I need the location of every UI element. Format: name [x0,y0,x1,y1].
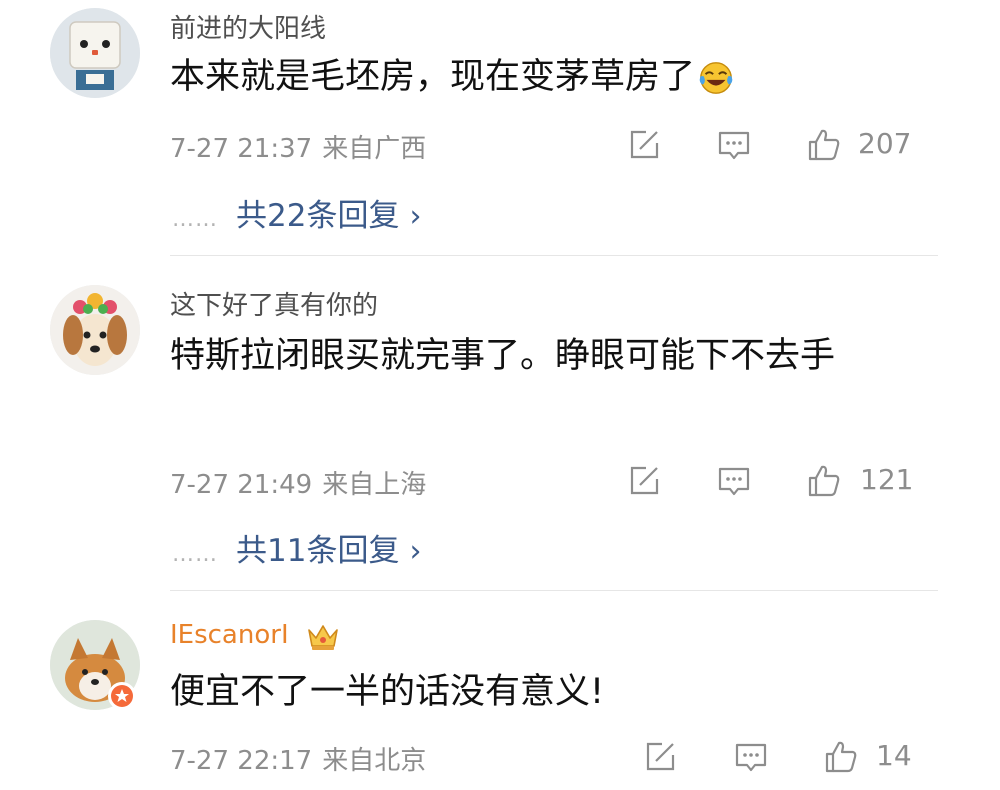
laugh-cry-emoji-icon [699,62,733,94]
comment-icon[interactable] [716,463,752,499]
comment-actions: 207 [0,127,1000,167]
chevron-right-icon: › [409,199,422,234]
comment-text-body: 本来就是毛坯房，现在变茅草房了 [170,57,696,97]
view-replies[interactable]: …… 共22条回复 › [172,190,421,235]
divider [170,255,938,256]
crown-icon [305,618,341,654]
badge-icon [111,685,133,707]
chevron-right-icon: › [409,534,422,569]
comment-icon[interactable] [733,739,769,775]
verified-badge [108,682,136,710]
username[interactable]: 前进的大阳线 [170,8,326,45]
edit-icon[interactable] [642,739,678,775]
comment-icon[interactable] [716,127,752,163]
divider [170,590,938,591]
reply-dots: …… [172,542,218,567]
thumbs-up-icon[interactable] [823,739,859,775]
comment-actions: 14 [0,739,1000,779]
comment-text: 便宜不了一半的话没有意义! [170,672,605,712]
reply-count-link[interactable]: 共22条回复 [236,198,399,234]
thumbs-up-icon[interactable] [806,463,842,499]
like-count: 14 [876,739,912,772]
username[interactable]: IEscanorI [170,620,289,650]
edit-icon[interactable] [626,463,662,499]
avatar[interactable] [50,8,140,98]
view-replies[interactable]: …… 共11条回复 › [172,525,421,570]
comment-text: 本来就是毛坯房，现在变茅草房了 [170,48,930,106]
reply-count-link[interactable]: 共11条回复 [236,533,399,569]
comment-text: 特斯拉闭眼买就完事了。睁眼可能下不去手 [170,336,836,376]
like-count: 207 [858,127,912,160]
avatar[interactable] [50,285,140,375]
like-count: 121 [860,463,914,496]
edit-icon[interactable] [626,127,662,163]
avatar-image [50,285,140,375]
avatar-image [50,8,140,98]
username[interactable]: 这下好了真有你的 [170,285,378,322]
thumbs-up-icon[interactable] [806,127,842,163]
reply-dots: …… [172,207,218,232]
comment-actions: 121 [0,463,1000,503]
